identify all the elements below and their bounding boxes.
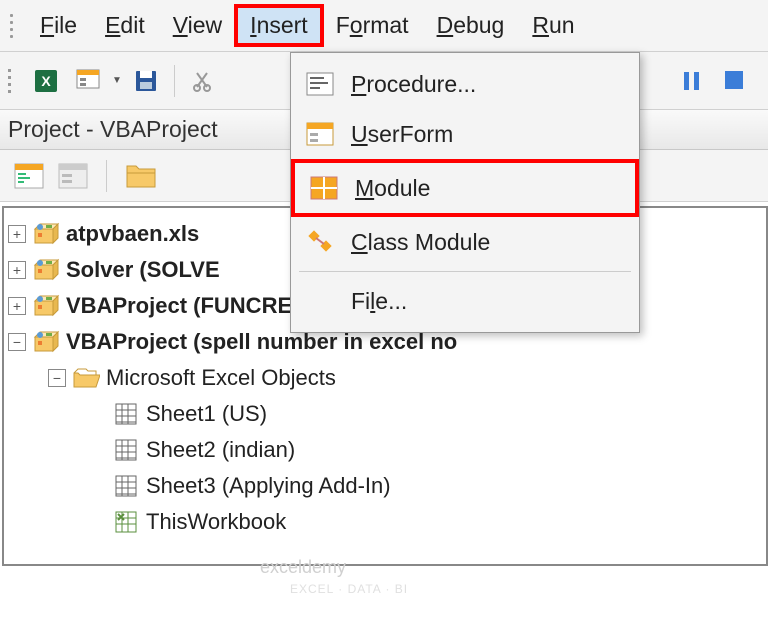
view-object-icon[interactable] (58, 163, 88, 189)
tree-node[interactable]: − Microsoft Excel Objects (8, 360, 762, 396)
expander-icon[interactable]: + (8, 261, 26, 279)
menu-view[interactable]: View (159, 6, 236, 45)
dd-label: UserForm (351, 121, 453, 148)
tree-node-label: ThisWorkbook (146, 509, 286, 535)
run-controls (682, 70, 744, 92)
separator (174, 65, 175, 97)
tree-node[interactable]: Sheet1 (US) (8, 396, 762, 432)
sheet-icon (112, 400, 140, 428)
module-icon (309, 173, 339, 203)
procedure-icon (305, 69, 335, 99)
expander-icon[interactable]: − (8, 333, 26, 351)
menu-edit-label: Edit (105, 12, 145, 38)
menu-file-label: File (40, 12, 77, 38)
pause-icon[interactable] (682, 70, 702, 92)
sheet-icon (112, 472, 140, 500)
workbook-icon (112, 508, 140, 536)
dd-file[interactable]: File... (291, 276, 639, 326)
menu-debug-label: Debug (437, 12, 505, 38)
menu-format[interactable]: Format (322, 6, 423, 45)
vba-project-icon (32, 328, 60, 356)
menu-debug[interactable]: Debug (423, 6, 519, 45)
stop-icon[interactable] (724, 70, 744, 92)
menu-insert-label: Insert (250, 12, 308, 38)
dd-label: Class Module (351, 229, 490, 256)
grip-icon (8, 67, 16, 95)
dd-procedure[interactable]: Procedure... (291, 59, 639, 109)
tree-node-label: Sheet1 (US) (146, 401, 267, 427)
vba-project-icon (32, 220, 60, 248)
insert-dropdown: Procedure... UserForm Module Class Modul… (290, 52, 640, 333)
dd-userform[interactable]: UserForm (291, 109, 639, 159)
watermark-tagline: EXCEL · DATA · BI (290, 582, 408, 596)
classmodule-icon (305, 227, 335, 257)
tree-node[interactable]: Sheet2 (indian) (8, 432, 762, 468)
dd-label: Procedure... (351, 71, 476, 98)
save-icon[interactable] (128, 63, 164, 99)
watermark-brand: exceldemy (260, 557, 346, 577)
menu-insert[interactable]: Insert (236, 6, 322, 45)
menu-format-label: Format (336, 12, 409, 38)
insert-userform-icon[interactable] (70, 63, 106, 99)
svg-text:X: X (41, 73, 51, 89)
dd-label: File... (351, 288, 407, 315)
tree-node-label: Microsoft Excel Objects (106, 365, 336, 391)
menu-run-label: Run (532, 12, 574, 38)
expander-icon[interactable]: − (48, 369, 66, 387)
menu-edit[interactable]: Edit (91, 6, 159, 45)
vba-project-icon (32, 256, 60, 284)
grip-icon (10, 12, 18, 40)
menu-run[interactable]: Run (518, 6, 588, 45)
folder-open-icon (72, 364, 100, 392)
cut-icon[interactable] (185, 63, 221, 99)
tree-node-label: Solver (SOLVE (66, 257, 220, 283)
watermark: exceldemy (260, 557, 346, 578)
panel-title-text: Project - VBAProject (8, 116, 218, 143)
tree-node[interactable]: Sheet3 (Applying Add-In) (8, 468, 762, 504)
expander-icon[interactable]: + (8, 225, 26, 243)
tree-node-label: Sheet2 (indian) (146, 437, 295, 463)
expander-icon[interactable]: + (8, 297, 26, 315)
dd-label: Module (355, 175, 430, 202)
vba-project-icon (32, 292, 60, 320)
folder-icon[interactable] (125, 163, 157, 189)
dropdown-arrow-icon[interactable]: ▼ (112, 75, 122, 86)
tree-node[interactable]: ThisWorkbook (8, 504, 762, 540)
separator (299, 271, 631, 272)
separator (106, 160, 107, 192)
sheet-icon (112, 436, 140, 464)
dd-class-module[interactable]: Class Module (291, 217, 639, 267)
tree-node-label: atpvbaen.xls (66, 221, 199, 247)
view-code-icon[interactable] (14, 163, 44, 189)
tree-node-label: Sheet3 (Applying Add-In) (146, 473, 391, 499)
menubar: File Edit View Insert Format Debug Run (0, 0, 768, 52)
userform-icon (305, 119, 335, 149)
blank-icon (305, 286, 335, 316)
dd-module[interactable]: Module (295, 163, 635, 213)
excel-icon[interactable]: X (28, 63, 64, 99)
menu-view-label: View (173, 12, 222, 38)
menu-file[interactable]: File (26, 6, 91, 45)
